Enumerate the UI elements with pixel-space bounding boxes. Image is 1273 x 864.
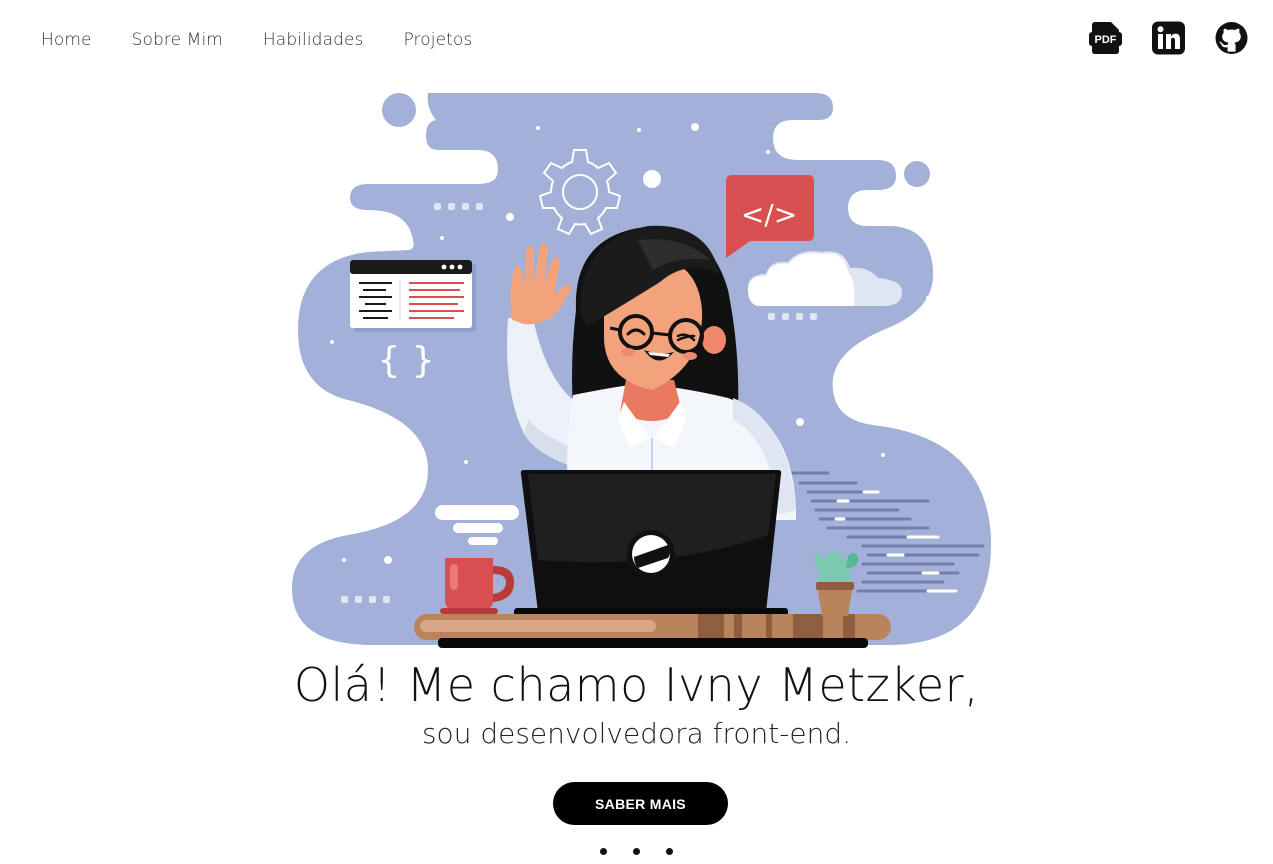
dot-icon — [600, 848, 607, 855]
linkedin-icon[interactable] — [1152, 21, 1185, 55]
nav-link-projetos[interactable]: Projetos — [404, 28, 473, 52]
pdf-icon[interactable]: PDF — [1089, 21, 1122, 55]
nav-link-habilidades[interactable]: Habilidades — [263, 28, 364, 52]
hero-subtitle: sou desenvolvedora front-end. — [421, 717, 852, 750]
github-icon[interactable] — [1215, 21, 1248, 55]
pdf-icon-label: PDF — [1095, 34, 1117, 46]
code-window-icon — [350, 260, 476, 332]
nav-link-sobre-mim[interactable]: Sobre Mim — [132, 28, 223, 52]
desk — [414, 614, 891, 648]
braces-icon: { } — [377, 340, 434, 381]
code-tag-text: </> — [741, 198, 797, 231]
social-links: PDF — [1089, 21, 1248, 55]
laptop — [514, 470, 788, 616]
hero-title: Olá! Me chamo Ivny Metzker, — [293, 658, 980, 712]
nav-link-home[interactable]: Home — [41, 28, 92, 52]
page: Home Sobre Mim Habilidades Projetos PDF — [0, 0, 1273, 864]
dot-icon — [633, 848, 640, 855]
hero-illustration: </> {} — [291, 93, 992, 648]
saber-mais-button[interactable]: SABER MAIS — [553, 782, 728, 825]
scroll-indicator[interactable] — [0, 848, 1273, 855]
dot-icon — [666, 848, 673, 855]
main-nav: Home Sobre Mim Habilidades Projetos — [41, 28, 512, 52]
